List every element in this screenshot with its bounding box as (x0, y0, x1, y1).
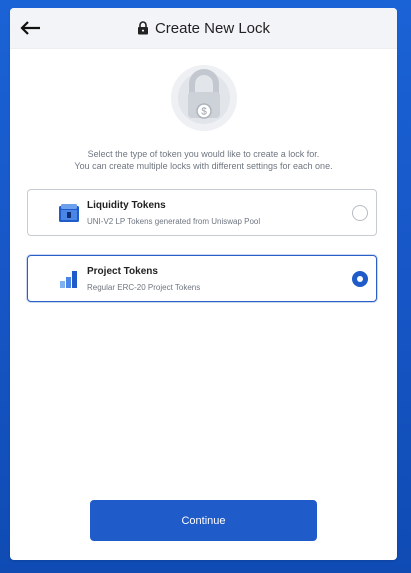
continue-button[interactable]: Continue (90, 500, 317, 541)
option-title: Project Tokens (87, 266, 158, 277)
option-title: Liquidity Tokens (87, 200, 166, 211)
lock-icon (137, 21, 148, 35)
svg-text:$: $ (201, 107, 207, 118)
option-subtitle: Regular ERC-20 Project Tokens (87, 283, 201, 292)
title-wrap: Create New Lock (137, 20, 270, 37)
instructions-line-1: Select the type of token you would like … (87, 149, 320, 159)
bar-chart-icon (60, 271, 77, 288)
create-lock-dialog: Create New Lock $ Select the type of tok… (10, 8, 397, 560)
liquidity-pool-icon (59, 204, 79, 222)
radio-unselected[interactable] (352, 205, 368, 221)
back-arrow-icon[interactable] (20, 18, 42, 38)
lock-coin-illustration-icon: $ (171, 65, 237, 131)
option-subtitle: UNI-V2 LP Tokens generated from Uniswap … (87, 217, 261, 226)
instructions-line-2: You can create multiple locks with diffe… (74, 161, 333, 171)
option-project-tokens[interactable]: Project Tokens Regular ERC-20 Project To… (27, 255, 377, 302)
option-liquidity-tokens[interactable]: Liquidity Tokens UNI-V2 LP Tokens genera… (27, 189, 377, 236)
radio-selected[interactable] (352, 271, 368, 287)
page-title: Create New Lock (154, 19, 271, 37)
instructions: Select the type of token you would like … (10, 148, 397, 172)
header-bar: Create New Lock (10, 8, 397, 49)
